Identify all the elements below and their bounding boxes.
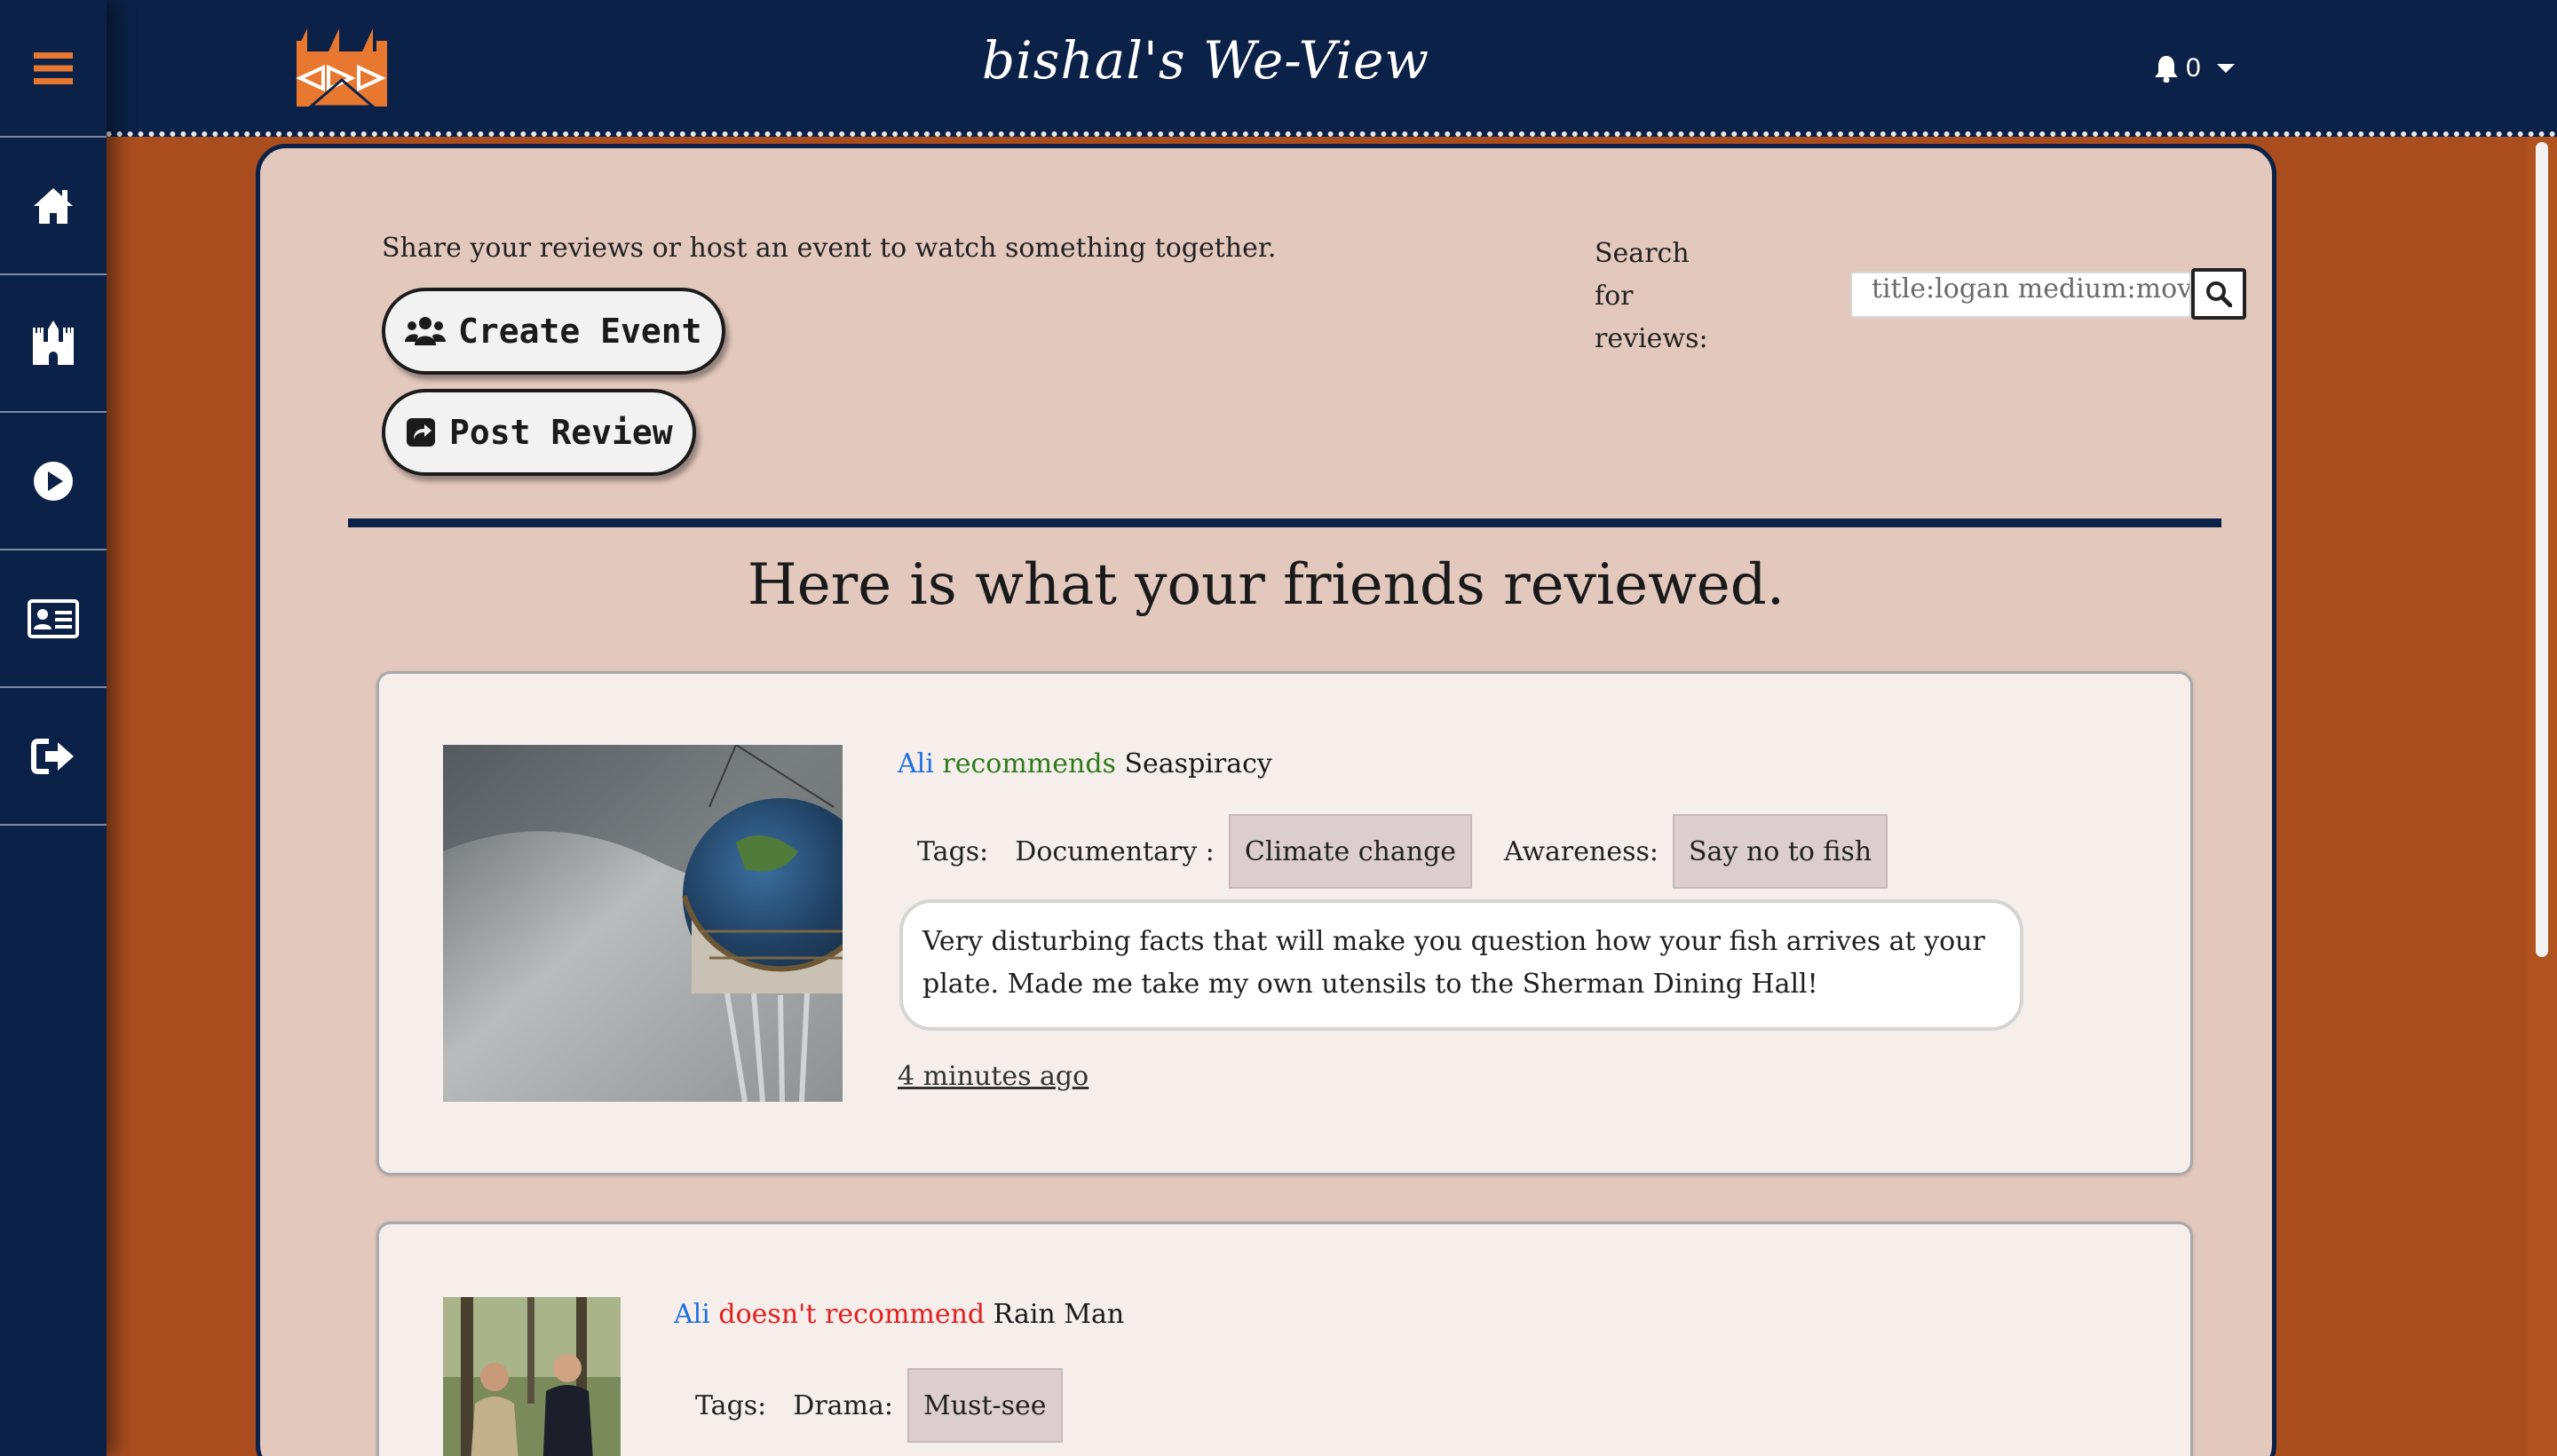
section-divider	[348, 518, 2221, 527]
feed-title: Here is what your friends reviewed.	[747, 552, 1785, 618]
brand-title: bishal's We-View	[981, 30, 1430, 91]
play-icon	[34, 461, 73, 501]
sidebar-item-watch[interactable]	[0, 413, 107, 550]
tag-category: Drama:	[793, 1389, 894, 1421]
sidebar-item-castle[interactable]	[0, 275, 107, 413]
sidebar	[0, 0, 107, 1456]
review-headline: Ali recommends Seaspiracy	[898, 748, 1272, 779]
movie-title[interactable]: Seaspiracy	[1124, 748, 1271, 779]
intro-text: Share your reviews or host an event to w…	[382, 233, 1277, 264]
reviewer-link[interactable]: Ali	[674, 1299, 710, 1330]
post-review-button[interactable]: Post Review	[382, 389, 696, 476]
review-card: Ali recommends Seaspiracy Tags: Document…	[376, 671, 2193, 1175]
tag-chip[interactable]: Say no to fish	[1673, 814, 1888, 889]
review-card: Ali doesn't recommend Rain Man Tags: Dra…	[376, 1222, 2193, 1456]
tag-category: Awareness:	[1504, 835, 1658, 867]
verdict-text: doesn't recommend	[718, 1299, 986, 1330]
sidebar-item-home[interactable]	[0, 138, 107, 275]
tags-label: Tags:	[695, 1389, 767, 1421]
tag-category: Documentary :	[1015, 835, 1215, 867]
create-event-button[interactable]: Create Event	[382, 288, 725, 375]
home-icon	[34, 187, 73, 224]
review-headline: Ali doesn't recommend Rain Man	[674, 1299, 1124, 1330]
sidebar-item-profile[interactable]	[0, 550, 107, 688]
sidebar-menu-toggle[interactable]	[0, 0, 107, 138]
chevron-down-icon	[2216, 64, 2235, 73]
notification-dropdown[interactable]: 0	[2154, 46, 2235, 91]
notification-count: 0	[2186, 53, 2201, 83]
page-scrollbar-thumb[interactable]	[2536, 142, 2548, 957]
top-navbar: bishal's We-View 0	[0, 0, 2557, 137]
bell-icon	[2155, 56, 2178, 83]
search-label: Search for reviews:	[1595, 238, 1708, 354]
share-square-icon	[407, 418, 435, 447]
tags-row: Tags: Drama: Must-see	[695, 1368, 1095, 1443]
tags-row: Tags: Documentary : Climate change Aware…	[917, 814, 1920, 889]
search-input[interactable]: title:logan medium:movie	[1850, 272, 2191, 318]
tags-label: Tags:	[917, 835, 989, 867]
reviewer-link[interactable]: Ali	[898, 748, 934, 779]
search-icon	[2206, 281, 2232, 307]
movie-poster[interactable]	[443, 1297, 621, 1456]
review-timestamp[interactable]: 4 minutes ago	[898, 1061, 1089, 1092]
post-review-label: Post Review	[449, 413, 673, 452]
id-card-icon	[28, 598, 79, 638]
users-icon	[405, 317, 446, 345]
movie-title[interactable]: Rain Man	[994, 1299, 1125, 1330]
castle-icon	[33, 320, 74, 365]
create-event-label: Create Event	[458, 312, 702, 351]
sign-out-icon	[31, 738, 74, 774]
verdict-text: recommends	[942, 748, 1116, 779]
tag-chip[interactable]: Climate change	[1228, 814, 1473, 889]
menu-icon	[34, 51, 73, 84]
movie-poster[interactable]	[443, 745, 843, 1102]
sidebar-item-logout[interactable]	[0, 688, 107, 826]
search-button[interactable]	[2191, 268, 2246, 320]
review-comment: Very disturbing facts that will make you…	[899, 899, 2023, 1031]
tag-chip[interactable]: Must-see	[907, 1368, 1063, 1443]
